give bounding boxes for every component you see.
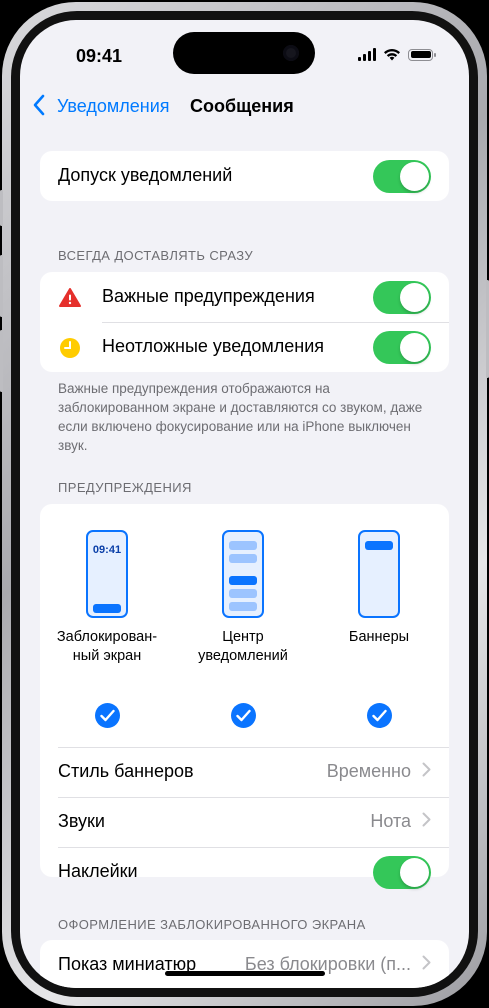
badges-toggle[interactable] — [373, 856, 431, 889]
cellular-signal-icon — [358, 48, 376, 61]
allow-notifications-group: Допуск уведомлений — [40, 151, 449, 201]
allow-notifications-label: Допуск уведомлений — [58, 165, 233, 185]
battery-icon — [408, 48, 436, 61]
show-previews-row[interactable]: Показ миниатюр Без блокировки (п... — [40, 940, 449, 988]
lock-screen-group: Показ миниатюр Без блокировки (п... — [40, 940, 449, 988]
navigation-bar: Уведомления Сообщения — [20, 92, 469, 120]
checkmark-icon — [231, 703, 256, 728]
section-header-deliver: ВСЕГДА ДОСТАВЛЯТЬ СРАЗУ — [58, 248, 254, 263]
clock-icon — [58, 336, 82, 360]
lock-screen-label: Заблокирован- ный экран — [42, 628, 172, 666]
back-label: Уведомления — [57, 96, 170, 116]
preview-item — [229, 541, 257, 550]
critical-alerts-row: Важные предупреждения — [40, 272, 449, 322]
chevron-right-icon — [422, 954, 431, 975]
banner-style-row[interactable]: Стиль баннеров Временно — [40, 747, 449, 797]
deliver-immediately-group: Важные предупреждения Неотложные уведомл… — [40, 272, 449, 372]
time-sensitive-label: Неотложные уведомления — [102, 336, 325, 356]
alerts-group: 09:41 Заблокирован- ный экран Центр увед… — [40, 504, 449, 877]
checkmark-icon — [95, 703, 120, 728]
critical-alerts-toggle[interactable] — [373, 281, 431, 314]
front-camera — [283, 45, 299, 61]
preview-time: 09:41 — [92, 544, 122, 556]
banners-preview — [358, 530, 400, 618]
allow-notifications-toggle[interactable] — [373, 160, 431, 193]
notification-center-preview — [222, 530, 264, 618]
preview-item — [229, 602, 257, 611]
home-indicator[interactable] — [165, 971, 325, 976]
preview-item — [229, 554, 257, 563]
notification-center-label: Центр уведомлений — [178, 628, 308, 666]
badges-label: Наклейки — [58, 861, 138, 881]
section-header-alerts: ПРЕДУПРЕЖДЕНИЯ — [58, 480, 192, 495]
wifi-icon — [384, 49, 400, 61]
screen: 09:41 Уведомления Сообщения Допуск уведо… — [20, 20, 469, 988]
preview-banner — [93, 604, 121, 613]
dynamic-island — [173, 32, 315, 74]
action-button — [0, 190, 3, 226]
warning-triangle-icon — [58, 286, 82, 310]
preview-banner — [365, 541, 393, 550]
allow-notifications-row: Допуск уведомлений — [40, 151, 449, 201]
status-time: 09:41 — [76, 46, 123, 66]
deliver-footer: Важные предупреждения отображаются на за… — [58, 381, 423, 453]
label-line: Центр — [222, 629, 264, 645]
badges-row-content: Наклейки — [40, 847, 449, 897]
badges-container: Наклейки — [40, 847, 449, 897]
checkmark-icon — [367, 703, 392, 728]
label-line: ный экран — [72, 648, 142, 664]
volume-up-button — [0, 255, 3, 317]
status-icons — [358, 48, 436, 61]
page-title: Сообщения — [190, 96, 294, 116]
preview-item — [229, 576, 257, 585]
preview-item — [229, 589, 257, 598]
volume-down-button — [0, 330, 3, 392]
label-line: уведомлений — [198, 648, 288, 664]
lock-screen-preview: 09:41 — [86, 530, 128, 618]
label-line: Заблокирован- — [56, 629, 158, 645]
banners-label: Баннеры — [314, 628, 444, 647]
banner-style-label: Стиль баннеров — [58, 761, 194, 781]
label-line: Баннеры — [348, 629, 410, 645]
chevron-left-icon — [33, 94, 45, 116]
section-header-lock-screen: ОФОРМЛЕНИЕ ЗАБЛОКИРОВАННОГО ЭКРАНА — [58, 917, 366, 932]
time-sensitive-toggle[interactable] — [373, 331, 431, 364]
time-sensitive-row: Неотложные уведомления — [40, 322, 449, 372]
critical-alerts-label: Важные предупреждения — [102, 286, 315, 306]
chevron-right-icon — [422, 761, 431, 782]
banner-style-value: Временно — [326, 761, 411, 781]
